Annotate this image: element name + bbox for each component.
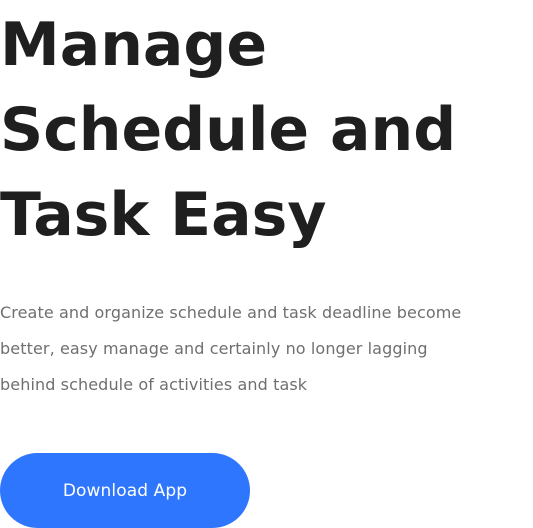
hero-title-line-3: Task Easy xyxy=(0,180,327,250)
hero-description-line-3: behind schedule of activities and task xyxy=(0,375,308,394)
hero-title-line-2: Schedule and xyxy=(0,95,457,165)
hero-title: Manage Schedule and Task Easy xyxy=(0,3,533,258)
hero-title-line-1: Manage xyxy=(0,10,268,80)
hero-section: Manage Schedule and Task Easy Create and… xyxy=(0,0,533,528)
download-app-button[interactable]: Download App xyxy=(0,453,250,528)
hero-description-line-2: better, easy manage and certainly no lon… xyxy=(0,339,428,358)
hero-description: Create and organize schedule and task de… xyxy=(0,295,533,403)
hero-description-line-1: Create and organize schedule and task de… xyxy=(0,303,462,322)
